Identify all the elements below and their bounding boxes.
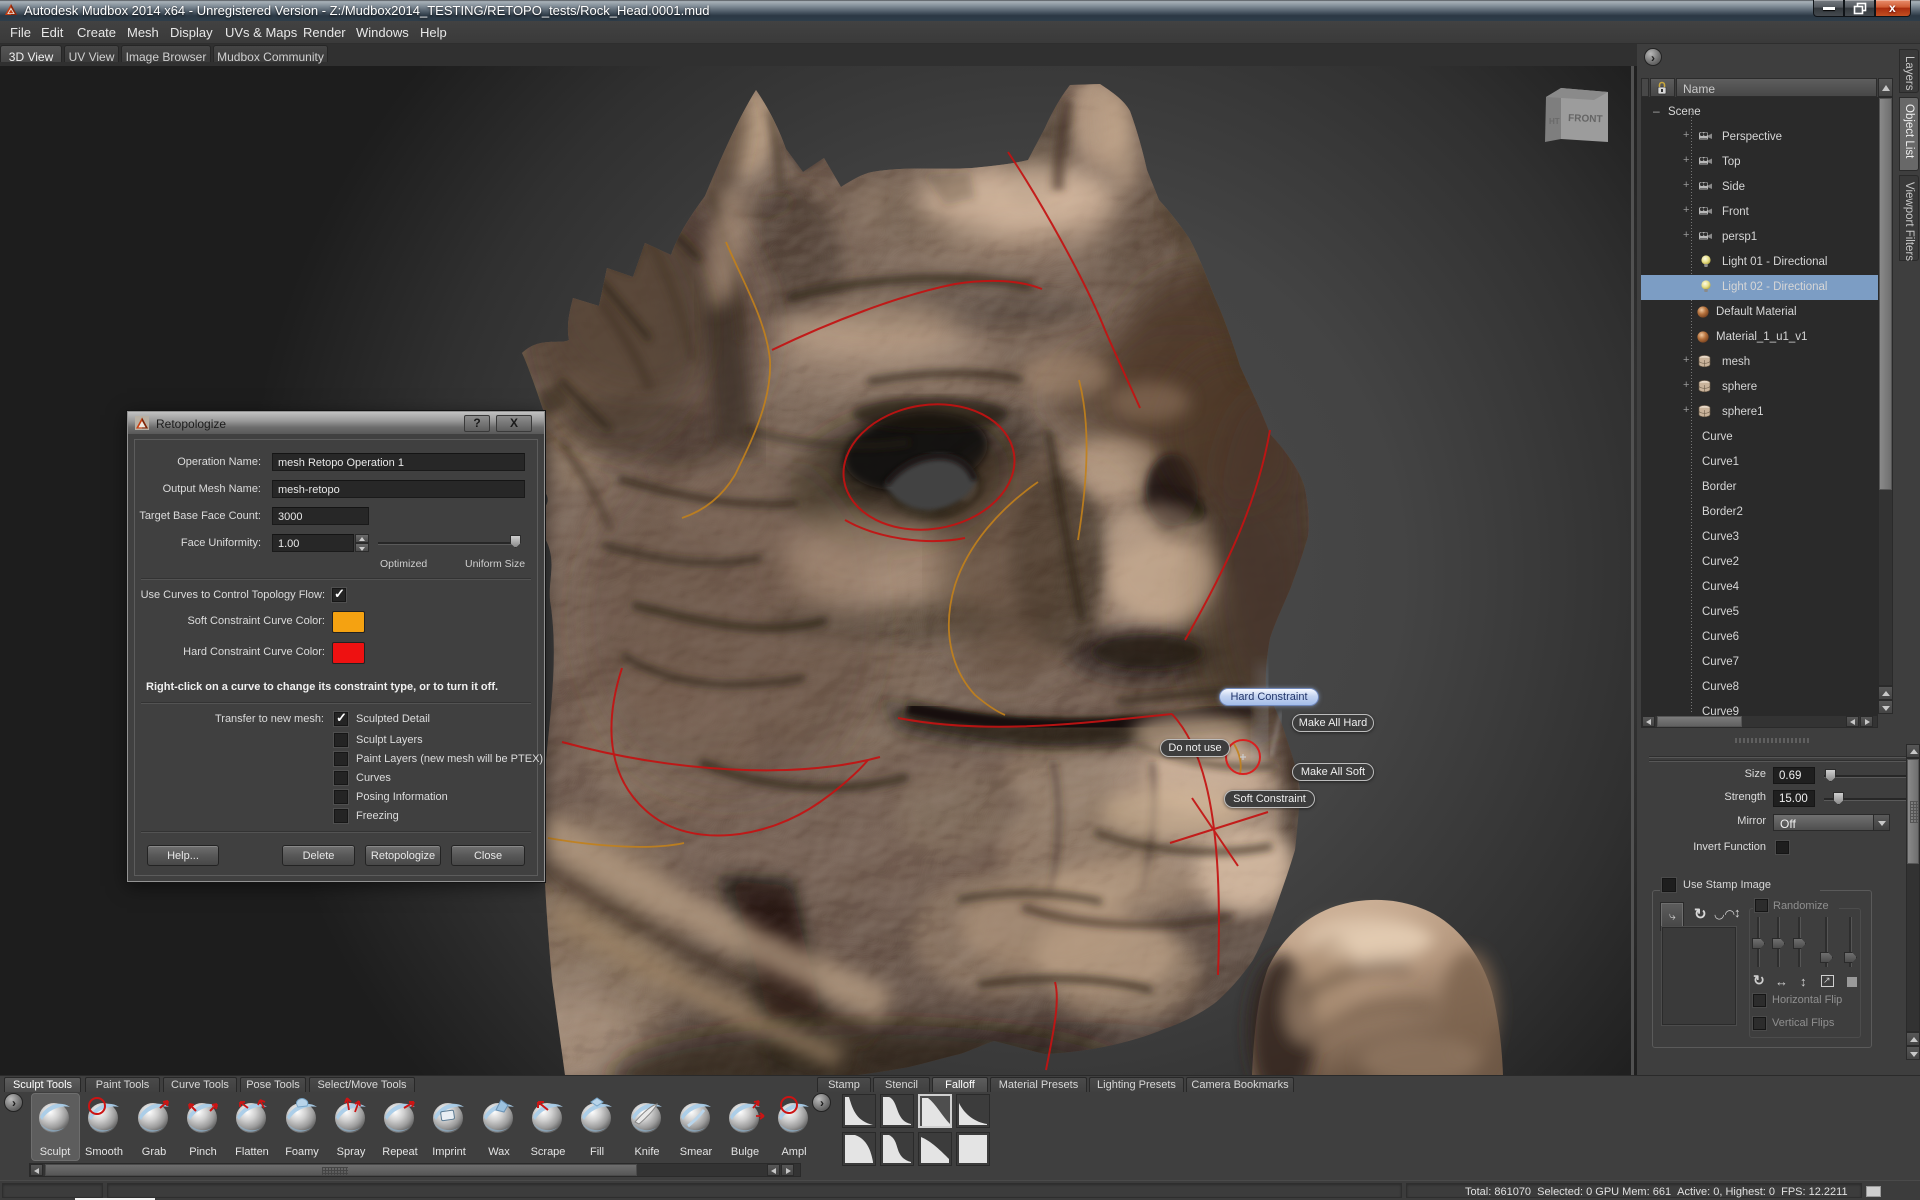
svg-text:FRONT: FRONT [1568,113,1603,125]
svg-text:HT: HT [1549,117,1560,126]
